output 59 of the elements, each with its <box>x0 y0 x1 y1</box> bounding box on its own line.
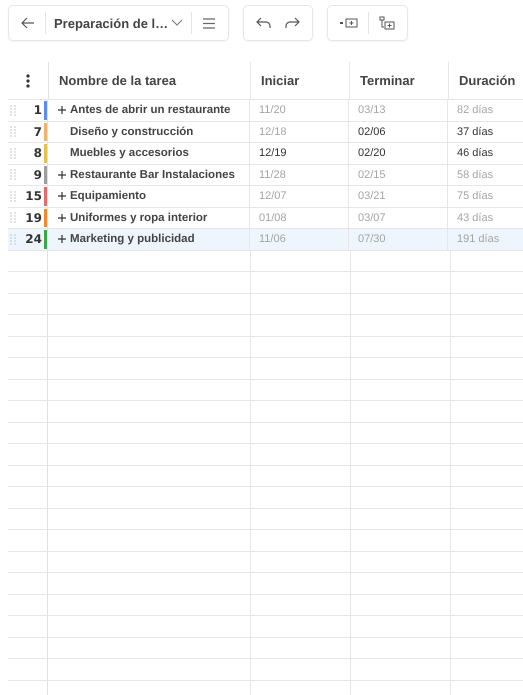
table-cell: 02/15 <box>358 168 386 181</box>
task-name: Muebles y accesorios <box>70 147 189 160</box>
task-name: Restaurante Bar Instalaciones <box>70 168 235 181</box>
table-cell: 02/20 <box>358 147 386 160</box>
table-cell: 03/13 <box>358 104 386 116</box>
column-header: Iniciar <box>261 73 300 88</box>
task-name: Uniformes y ropa interior <box>70 212 208 224</box>
table-cell: 58 días <box>457 168 494 181</box>
row-number: 24 <box>24 232 42 246</box>
table-cell: 11/20 <box>259 104 286 116</box>
more-options-icon[interactable] <box>26 74 30 88</box>
expand-icon[interactable] <box>58 214 66 222</box>
table-cell: 11/06 <box>259 233 286 246</box>
table-cell: 46 días <box>457 147 494 160</box>
task-name: Diseño y construcción <box>70 126 194 138</box>
table-cell: 82 días <box>457 104 494 116</box>
expand-icon[interactable] <box>58 192 66 200</box>
table-cell: 12/19 <box>259 147 287 160</box>
table-cell: 01/08 <box>259 212 287 224</box>
table-row[interactable]: 8 Muebles y accesorios 12/19 02/20 46 días <box>8 143 523 164</box>
expand-icon[interactable] <box>58 170 66 179</box>
drag-handle-icon[interactable] <box>10 190 16 202</box>
row-number: 9 <box>32 168 42 182</box>
drag-handle-icon[interactable] <box>10 212 16 224</box>
caret-icon <box>171 19 184 27</box>
task-name: Equipamiento <box>70 190 146 202</box>
row-number: 8 <box>32 146 42 160</box>
column-header: Duración <box>459 73 516 88</box>
column-header: Terminar <box>360 73 415 88</box>
expand-icon[interactable] <box>58 106 66 114</box>
table-cell: 03/21 <box>358 190 386 202</box>
row-number: 7 <box>32 124 42 139</box>
row-number: 1 <box>32 103 42 118</box>
table-cell: 191 días <box>457 233 500 246</box>
table-cell: 37 días <box>457 126 494 138</box>
drag-handle-icon[interactable] <box>10 234 16 245</box>
table-cell: 75 días <box>457 190 494 202</box>
table-row[interactable]: 7 Diseño y construcción 12/18 02/06 37 días <box>8 122 523 143</box>
task-name: Marketing y publicidad <box>70 233 195 246</box>
table-row[interactable]: 9 Restaurante Bar Instalaciones 11/28 02/15 58 días <box>8 164 523 186</box>
table-row[interactable]: 1 Antes de abrir un restaurante 11/20 03/13 82 días <box>8 100 523 122</box>
drag-handle-icon[interactable] <box>10 104 16 116</box>
row-number: 19 <box>24 210 42 225</box>
expand-icon[interactable] <box>58 235 66 244</box>
table-cell: 02/06 <box>358 126 386 138</box>
row-number: 15 <box>24 189 42 204</box>
drag-handle-icon[interactable] <box>10 148 16 159</box>
table-cell: 11/28 <box>259 168 286 181</box>
table-row[interactable]: 24 Marketing y publicidad 11/06 07/30 191 días <box>8 229 523 250</box>
task-name: Antes de abrir un restaurante <box>70 104 230 116</box>
drag-handle-icon[interactable] <box>10 126 16 138</box>
table-cell: 07/30 <box>358 233 386 246</box>
table-cell: 43 días <box>457 212 494 224</box>
table-cell: 12/18 <box>259 126 287 138</box>
table-row[interactable]: 15 Equipamiento 12/07 03/21 75 días <box>8 186 523 208</box>
drag-handle-icon[interactable] <box>10 169 16 180</box>
table-cell: 03/07 <box>358 212 386 224</box>
table-cell: 12/07 <box>259 190 287 202</box>
column-header: Nombre de la tarea <box>59 73 176 88</box>
